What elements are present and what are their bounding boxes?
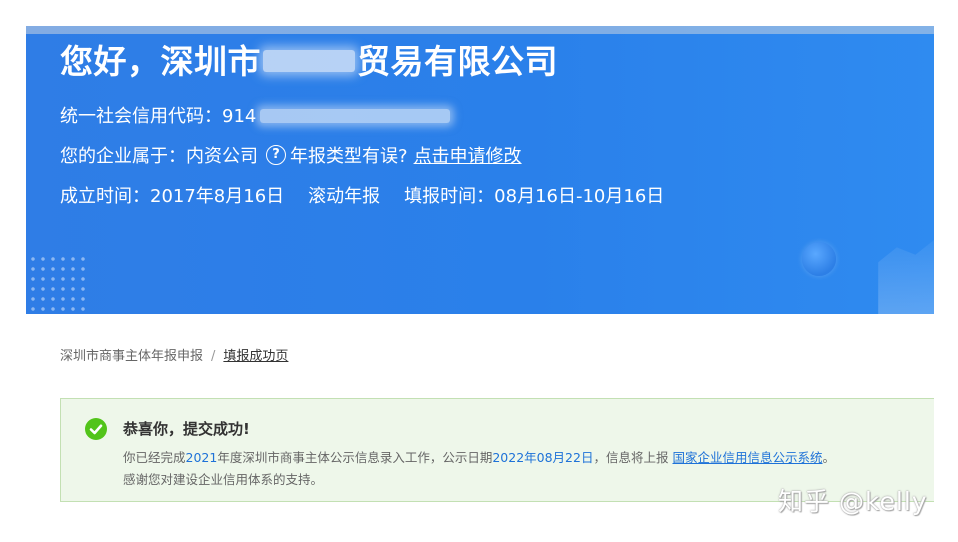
fill-period-value: 08月16日-10月16日 bbox=[494, 186, 665, 207]
dates-line: 成立时间：2017年8月16日 滚动年报 填报时间：08月16日-10月16日 bbox=[60, 185, 664, 209]
enterprise-type-value: 内资公司 bbox=[186, 146, 258, 167]
msg-part-4: 。 bbox=[822, 450, 836, 465]
check-circle-icon bbox=[85, 418, 107, 440]
report-type-question: 年报类型有误? bbox=[290, 146, 408, 167]
credit-code-line: 统一社会信用代码：914 bbox=[60, 105, 664, 129]
question-circle-icon: ? bbox=[266, 145, 286, 165]
success-message-line-1: 你已经完成2021年度深圳市商事主体公示信息录入工作，公示日期2022年08月2… bbox=[123, 447, 835, 469]
banner-text: 您好，深圳市 贸易有限公司 统一社会信用代码：914 您的企业属于：内资公司? 年报… bbox=[60, 40, 664, 209]
credit-code-label: 统一社会信用代码： bbox=[60, 106, 222, 127]
msg-year: 2021 bbox=[185, 450, 218, 465]
national-credit-system-link[interactable]: 国家企业信用信息公示系统 bbox=[672, 450, 822, 465]
apply-modify-link[interactable]: 点击申请修改 bbox=[414, 146, 522, 167]
greeting-suffix: 贸易有限公司 bbox=[357, 42, 558, 81]
success-message-line-2: 感谢您对建设企业信用体系的支持。 bbox=[123, 472, 324, 487]
greeting-prefix: 您好，深圳市 bbox=[60, 42, 261, 81]
msg-publish-date: 2022年08月22日 bbox=[492, 450, 594, 465]
enterprise-type-line: 您的企业属于：内资公司? 年报类型有误? 点击申请修改 bbox=[60, 145, 664, 169]
greeting-title: 您好，深圳市 贸易有限公司 bbox=[60, 40, 664, 84]
breadcrumb-current[interactable]: 填报成功页 bbox=[223, 349, 288, 364]
msg-part-1: 你已经完成 bbox=[123, 450, 186, 465]
breadcrumb: 深圳市商事主体年报申报 / 填报成功页 bbox=[60, 348, 288, 366]
report-mode: 滚动年报 bbox=[308, 186, 381, 207]
enterprise-type-label: 您的企业属于： bbox=[60, 146, 186, 167]
breadcrumb-separator: / bbox=[211, 349, 216, 364]
founded-label: 成立时间： bbox=[60, 186, 150, 207]
watermark: 知乎 @kelly bbox=[778, 487, 928, 516]
decorative-building bbox=[878, 240, 934, 314]
credit-code-value: 914 bbox=[222, 106, 257, 127]
page: 您好，深圳市 贸易有限公司 统一社会信用代码：914 您的企业属于：内资公司? 年报… bbox=[0, 0, 958, 542]
decorative-orb bbox=[802, 242, 836, 276]
success-title: 恭喜你，提交成功! bbox=[123, 420, 250, 438]
redacted-credit-code bbox=[260, 109, 451, 123]
breadcrumb-root[interactable]: 深圳市商事主体年报申报 bbox=[60, 349, 203, 364]
fill-period-label: 填报时间： bbox=[404, 186, 495, 207]
redacted-company-name bbox=[263, 49, 355, 72]
success-message: 你已经完成2021年度深圳市商事主体公示信息录入工作，公示日期2022年08月2… bbox=[123, 447, 835, 491]
decorative-dot-grid bbox=[28, 254, 88, 314]
founded-date: 2017年8月16日 bbox=[150, 186, 285, 207]
banner-top-strip bbox=[26, 26, 934, 34]
msg-part-2: 年度深圳市商事主体公示信息录入工作，公示日期 bbox=[217, 450, 493, 465]
company-banner: 您好，深圳市 贸易有限公司 统一社会信用代码：914 您的企业属于：内资公司? 年报… bbox=[26, 26, 934, 314]
msg-part-3: ，信息将上报 bbox=[593, 450, 669, 465]
